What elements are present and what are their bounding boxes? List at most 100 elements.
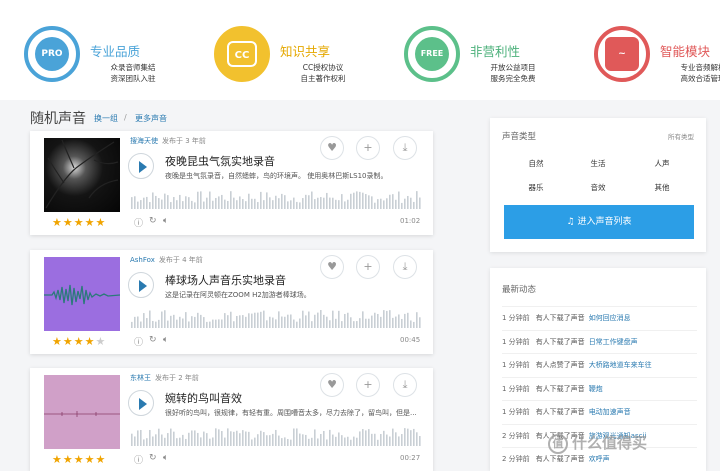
type-voice[interactable]: 人声 [626,158,698,169]
feed-row: 1 分钟前 有人下载了声音 电动加速声音 [502,400,697,423]
cc-badge-icon: CC [214,26,270,82]
feed-sound-link[interactable]: 鞭炮 [589,385,603,393]
publish-time: 发布于 4 年前 [158,256,203,264]
feature-title: 非营利性 [470,44,521,59]
plus-icon[interactable]: + [356,373,380,397]
pro-badge-icon: PRO [24,26,80,82]
feature-subtitle: 专业音频解析 [680,63,720,72]
heart-icon[interactable]: ♥ [320,255,344,279]
feed-time: 1 分钟前 [502,384,530,393]
feed-action: 有人下载了声音 [535,314,585,322]
play-button[interactable] [128,390,154,416]
panel-title: 最新动态 [502,285,537,295]
panel-title: 声音类型 [502,132,537,142]
feature-smart: ~ 智能模块 专业音频解析 高效合适管理 [594,26,720,86]
more-sounds-link[interactable]: 更多声音 [135,113,167,124]
rating-stars: ★★★★★ [52,335,107,348]
feed-action: 有人下载了声音 [535,455,585,463]
pro-badge-text: PRO [35,37,69,71]
feed-row: 1 分钟前 有人点赞了声音 大桥路地道车来车往 [502,353,697,376]
type-other[interactable]: 其他 [626,182,698,193]
loop-icon[interactable]: ↻ [149,453,157,463]
duration: 00:27 [400,454,421,462]
feed-time: 2 分钟前 [502,455,530,463]
feed-row: 1 分钟前 有人下载了声音 鞭炮 [502,376,697,400]
volume-icon[interactable]: 🔈︎ [163,453,168,463]
volume-icon[interactable]: 🔈︎ [163,335,168,345]
cc-badge-text: CC [227,41,257,67]
feed-sound-link[interactable]: 日常工作键盘声 [589,338,638,346]
feature-title: 知识共享 [280,44,331,59]
author-link[interactable]: AshFox [130,256,155,264]
features-bar: PRO 专业品质 众录音师集结 资深团队入驻 CC 知识共享 CC授权协议 自主… [0,0,720,100]
feed-row: 1 分钟前 有人下载了声音 日常工作键盘声 [502,329,697,353]
loop-icon[interactable]: ↻ [149,216,157,226]
loop-icon[interactable]: ↻ [149,335,157,345]
feature-subtitle: CC授权协议 [302,63,344,72]
shuffle-link[interactable]: 换一组 [94,113,118,124]
music-icon: ♫ [566,217,575,227]
play-button[interactable] [128,153,154,179]
all-types-link[interactable]: 所有类型 [668,131,694,141]
feature-subtitle: 众录音师集结 [110,63,156,72]
feed-sound-link[interactable]: 电动加速声音 [589,408,631,416]
rating-stars: ★★★★★ [52,216,107,229]
download-icon[interactable]: ⤓ [393,136,417,160]
heart-icon[interactable]: ♥ [320,136,344,160]
feed-action: 有人点赞了声音 [535,361,585,369]
enter-sound-list-button[interactable]: ♫ 进入声音列表 [504,205,694,239]
type-life[interactable]: 生活 [562,158,634,169]
waveform[interactable] [131,428,421,446]
feature-subtitle: 服务完全免费 [490,74,536,83]
page: PRO 专业品质 众录音师集结 资深团队入驻 CC 知识共享 CC授权协议 自主… [0,0,720,471]
heart-icon[interactable]: ♥ [320,373,344,397]
feed-row: 1 分钟前 有人下载了声音 如何回应消息 [502,306,697,329]
feed-sound-link[interactable]: 大桥路地道车来车往 [589,361,652,369]
feature-subtitle: 资深团队入驻 [110,74,156,83]
type-effects[interactable]: 音效 [562,182,634,193]
waveform-thumbnail-image [44,284,120,306]
feed-sound-link[interactable]: 欢呼声 [589,455,610,463]
waveform-thumbnail-image [44,411,120,417]
sound-meta: AshFox 发布于 4 年前 [130,255,203,265]
feed-action: 有人下载了声音 [535,337,585,346]
sound-title[interactable]: 夜晚昆虫气氛实地录音 [165,153,275,169]
section-title: 随机声音 [30,111,86,127]
feed-time: 2 分钟前 [502,431,530,440]
watermark: 值什么值得买 [548,432,647,454]
branches-image [45,139,119,209]
sound-thumbnail[interactable] [44,138,120,212]
feed-sound-link[interactable]: 如何回应消息 [589,314,631,322]
feed-action: 有人下载了声音 [535,408,585,416]
free-badge-text: FREE [415,37,449,71]
publish-time: 发布于 3 年前 [162,137,206,145]
sound-card: ★★★★★ 搜海天使 发布于 3 年前 ♥ + ⤓ 夜晚昆虫气氛实地录音 夜晚是虫… [30,131,433,235]
play-button[interactable] [128,272,154,298]
download-icon[interactable]: ⤓ [393,373,417,397]
waveform[interactable] [131,310,421,328]
info-icon[interactable]: ⓘ [134,335,143,348]
rating-stars: ★★★★★ [52,453,107,466]
duration: 00:45 [400,336,421,344]
author-link[interactable]: 东林王 [130,374,151,382]
feature-pro: PRO 专业品质 众录音师集结 资深团队入驻 [24,26,194,86]
plus-icon[interactable]: + [356,136,380,160]
feed-time: 1 分钟前 [502,314,530,322]
volume-icon[interactable]: 🔈︎ [163,216,168,226]
sound-thumbnail[interactable] [44,375,120,449]
sound-thumbnail[interactable] [44,257,120,331]
sound-title[interactable]: 棒球场人声音乐实地录音 [165,272,286,288]
author-link[interactable]: 搜海天使 [130,137,158,145]
feature-title: 智能模块 [660,44,711,59]
plus-icon[interactable]: + [356,255,380,279]
sound-title[interactable]: 婉转的鸟叫音效 [165,390,242,406]
waveform[interactable] [131,191,421,209]
info-icon[interactable]: ⓘ [134,453,143,466]
sound-description: 很好听的鸟叫，很规律，有轻有重。周围嘈音太多，尽力去除了，留鸟叫，但是... [165,409,417,417]
sound-meta: 东林王 发布于 2 年前 [130,373,199,383]
download-icon[interactable]: ⤓ [393,255,417,279]
watermark-text: 什么值得买 [572,434,648,452]
free-badge-icon: FREE [404,26,460,82]
info-icon[interactable]: ⓘ [134,216,143,229]
feature-cc: CC 知识共享 CC授权协议 自主著作权利 [214,26,384,86]
